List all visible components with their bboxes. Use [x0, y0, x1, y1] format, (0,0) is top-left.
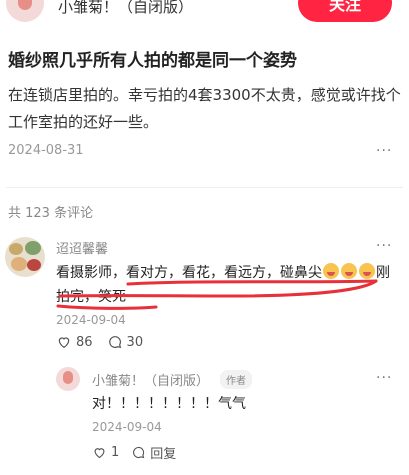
- reply-reply-button[interactable]: 回复: [131, 443, 176, 462]
- comment-text-part-1: 看摄影师，看对方，看花，看远方，碰鼻尖: [56, 265, 322, 281]
- reply-more-icon[interactable]: ···: [376, 370, 392, 386]
- author-badge: 作者: [220, 370, 252, 389]
- post-body: 在连锁店里拍的。幸亏拍的4套3300不太贵，感觉或许找个工作室拍的还好一些。: [8, 86, 401, 131]
- reply-text: 对！！！！！！！！气气: [92, 396, 246, 412]
- crying-face-icon: [323, 263, 339, 279]
- post-header: 小雏菊！（自闭版） 关注: [0, 0, 409, 24]
- comment-reply-button[interactable]: 30: [107, 334, 144, 350]
- reply-actions: 1 回复: [92, 443, 176, 462]
- post-date: 2024-08-31: [8, 143, 84, 158]
- reply-date: 2024-09-04: [92, 420, 162, 434]
- author-avatar[interactable]: [6, 0, 44, 22]
- reply-author-avatar[interactable]: [56, 367, 80, 391]
- crying-face-icon: [341, 263, 357, 279]
- follow-button[interactable]: 关注: [298, 0, 392, 22]
- reply-like-button[interactable]: 1: [92, 445, 119, 460]
- comment-text: 看摄影师，看对方，看花，看远方，碰鼻尖 刚拍完，笑死: [56, 261, 401, 309]
- comment-count: 共 123 条评论: [8, 206, 94, 221]
- reply-count: 30: [126, 334, 144, 350]
- heart-icon: [94, 448, 105, 459]
- post-title: 婚纱照几乎所有人拍的都是同一个姿势: [8, 51, 297, 71]
- comment-bubble-icon: [108, 336, 121, 349]
- author-name[interactable]: 小雏菊！（自闭版）: [58, 0, 193, 17]
- comment-bubble-icon: [133, 446, 145, 459]
- comment-actions: 86 30: [56, 334, 143, 350]
- comment-more-icon[interactable]: ···: [376, 238, 392, 254]
- commenter-avatar[interactable]: [5, 237, 45, 277]
- crying-face-icon: [359, 263, 375, 279]
- commenter-name[interactable]: 迢迢馨馨: [56, 238, 108, 257]
- reply-like-count: 1: [111, 445, 120, 460]
- like-count: 86: [76, 334, 93, 350]
- post-more-icon[interactable]: ···: [376, 143, 392, 159]
- comment-date: 2024-09-04: [56, 313, 126, 327]
- reply-author-name[interactable]: 小雏菊！（自闭版）: [92, 370, 209, 389]
- divider: [6, 187, 403, 188]
- heart-icon: [58, 337, 70, 349]
- reply-label: 回复: [150, 447, 177, 462]
- comment-like-button[interactable]: 86: [56, 334, 93, 350]
